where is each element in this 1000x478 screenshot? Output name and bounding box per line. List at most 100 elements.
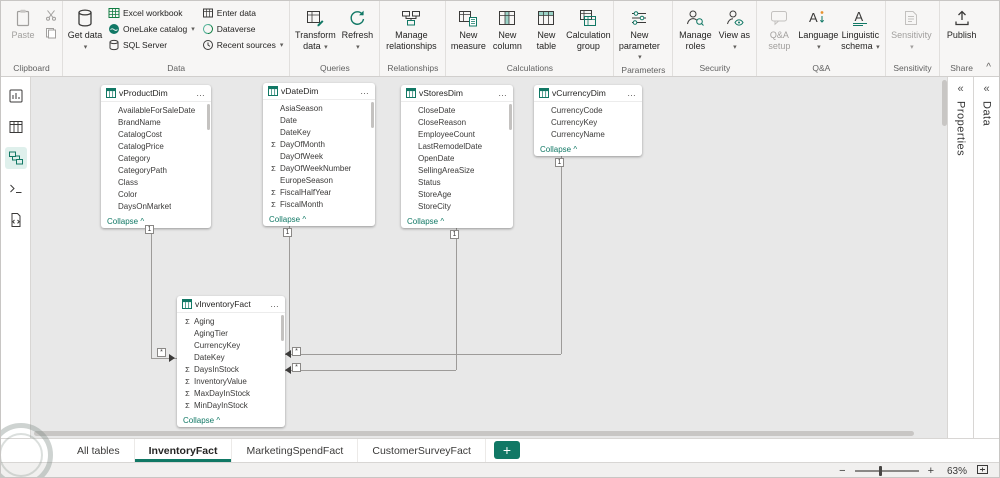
canvas-horizontal-scrollbar[interactable] bbox=[34, 431, 914, 436]
qa-setup-button[interactable]: Q&A setup bbox=[760, 4, 798, 51]
model-table-card[interactable]: vCurrencyDim … CurrencyCode CurrencyKey Curr… bbox=[534, 85, 642, 156]
model-table-card[interactable]: vDateDim … AsiaSeason Date DateKey Σ DayOfMont… bbox=[263, 83, 375, 226]
paste-button[interactable]: Paste bbox=[4, 4, 42, 41]
table-field[interactable]: CurrencyName bbox=[534, 128, 642, 140]
table-field[interactable]: AvailableForSaleDate bbox=[101, 104, 211, 116]
model-canvas[interactable]: vProductDim… AvailableForSaleDate BrandNam… bbox=[31, 77, 949, 438]
table-field[interactable]: CurrencyKey bbox=[177, 339, 285, 351]
table-card-header[interactable]: vCurrencyDim… bbox=[534, 85, 642, 102]
table-field[interactable]: OpenDate bbox=[401, 152, 513, 164]
zoom-out-button[interactable]: − bbox=[839, 465, 845, 477]
model-table-card[interactable]: vInventoryFact … Σ Aging AgingTier CurrencyKe… bbox=[177, 296, 285, 427]
table-more-options-button[interactable]: … bbox=[196, 88, 206, 98]
table-card-scrollbar[interactable] bbox=[509, 104, 512, 130]
linguistic-schema-button[interactable]: A Linguistic schema ▾ bbox=[838, 4, 882, 53]
table-field[interactable]: Category bbox=[101, 152, 211, 164]
get-data-button[interactable]: Get data ▾ bbox=[66, 4, 104, 53]
model-view-button[interactable] bbox=[4, 147, 27, 169]
copy-icon[interactable] bbox=[43, 26, 59, 40]
zoom-slider-thumb[interactable] bbox=[878, 466, 882, 476]
table-field[interactable]: StoreCity bbox=[401, 200, 513, 212]
sensitivity-button[interactable]: Sensitivity ▾ bbox=[889, 4, 933, 53]
table-tab-all-tables[interactable]: All tables bbox=[63, 439, 135, 462]
view-as-button[interactable]: View as ▾ bbox=[715, 4, 753, 53]
table-field[interactable]: Σ FiscalMonth bbox=[263, 198, 375, 210]
table-more-options-button[interactable]: … bbox=[498, 88, 508, 98]
table-more-options-button[interactable]: … bbox=[360, 86, 370, 96]
table-tab-inventoryfact[interactable]: InventoryFact bbox=[134, 439, 233, 462]
table-field[interactable]: LastRemodelDate bbox=[401, 140, 513, 152]
collapse-table-link[interactable]: Collapse ^ bbox=[269, 215, 306, 224]
table-field[interactable]: EmployeeCount bbox=[401, 128, 513, 140]
table-field[interactable]: CatalogPrice bbox=[101, 140, 211, 152]
table-field[interactable]: CloseDate bbox=[401, 104, 513, 116]
new-parameter-button[interactable]: New parameter ▾ bbox=[617, 4, 661, 64]
table-card-scrollbar[interactable] bbox=[207, 104, 210, 130]
table-field[interactable]: BrandName bbox=[101, 116, 211, 128]
table-field[interactable]: AsiaSeason bbox=[263, 102, 375, 114]
tmdl-view-button[interactable] bbox=[5, 209, 27, 231]
canvas-vertical-scrollbar[interactable] bbox=[942, 80, 947, 126]
manage-relationships-button[interactable]: Manage relationships bbox=[383, 4, 439, 51]
manage-roles-button[interactable]: Manage roles bbox=[676, 4, 714, 51]
new-table-button[interactable]: New table bbox=[527, 4, 565, 51]
table-field[interactable]: EuropeSeason bbox=[263, 174, 375, 186]
table-card-header[interactable]: vInventoryFact… bbox=[177, 296, 285, 313]
recent-sources-button[interactable]: Recent sources ▾ bbox=[199, 37, 287, 52]
table-more-options-button[interactable]: … bbox=[627, 88, 637, 98]
table-field[interactable]: CurrencyKey bbox=[534, 116, 642, 128]
table-field[interactable]: SellingAreaSize bbox=[401, 164, 513, 176]
table-field[interactable]: CatalogCost bbox=[101, 128, 211, 140]
model-table-card[interactable]: vProductDim … AvailableForSaleDate BrandNam… bbox=[101, 85, 211, 228]
table-field[interactable]: Σ InventoryValue bbox=[177, 375, 285, 387]
table-field[interactable]: DayOfWeek bbox=[263, 150, 375, 162]
relationship-line[interactable] bbox=[151, 228, 152, 358]
collapse-table-link[interactable]: Collapse ^ bbox=[540, 145, 577, 154]
calculation-group-button[interactable]: Calculation group bbox=[566, 4, 611, 51]
report-view-button[interactable] bbox=[5, 85, 27, 107]
table-view-button[interactable] bbox=[5, 116, 27, 138]
table-field[interactable]: Σ FiscalHalfYear bbox=[263, 186, 375, 198]
relationship-line[interactable] bbox=[561, 156, 562, 354]
zoom-slider[interactable] bbox=[854, 466, 919, 476]
expand-data-icon[interactable]: « bbox=[983, 84, 989, 95]
onelake-catalog-button[interactable]: OneLake catalog ▾ bbox=[105, 21, 198, 36]
table-field[interactable]: Σ DayOfMonth bbox=[263, 138, 375, 150]
table-field[interactable]: Date bbox=[263, 114, 375, 126]
relationship-line[interactable] bbox=[456, 228, 457, 370]
properties-pane-label[interactable]: Properties bbox=[955, 101, 967, 156]
model-table-card[interactable]: vStoresDim … CloseDate CloseReason EmployeeC… bbox=[401, 85, 513, 228]
table-field[interactable]: Σ DaysInStock bbox=[177, 363, 285, 375]
new-column-button[interactable]: New column bbox=[488, 4, 526, 51]
table-more-options-button[interactable]: … bbox=[270, 299, 280, 309]
table-field[interactable]: Σ DayOfWeekNumber bbox=[263, 162, 375, 174]
table-field[interactable]: Σ MaxDayInStock bbox=[177, 387, 285, 399]
collapse-table-link[interactable]: Collapse ^ bbox=[183, 416, 220, 425]
table-card-header[interactable]: vStoresDim… bbox=[401, 85, 513, 102]
table-field[interactable]: DaysOnMarket bbox=[101, 200, 211, 212]
relationship-line[interactable] bbox=[289, 354, 561, 355]
table-field[interactable]: Σ Aging bbox=[177, 315, 285, 327]
table-field[interactable]: CurrencyCode bbox=[534, 104, 642, 116]
table-tab-marketingspendfact[interactable]: MarketingSpendFact bbox=[232, 439, 359, 462]
collapse-table-link[interactable]: Collapse ^ bbox=[107, 217, 144, 226]
table-field[interactable]: AgingTier bbox=[177, 327, 285, 339]
table-field[interactable]: CategoryPath bbox=[101, 164, 211, 176]
transform-data-button[interactable]: Transform data ▾ bbox=[293, 4, 337, 53]
sql-server-button[interactable]: SQL Server bbox=[105, 37, 198, 52]
collapse-table-link[interactable]: Collapse ^ bbox=[407, 217, 444, 226]
cut-icon[interactable] bbox=[43, 8, 59, 22]
table-card-header[interactable]: vProductDim… bbox=[101, 85, 211, 102]
table-card-scrollbar[interactable] bbox=[371, 102, 374, 128]
add-table-tab-button[interactable]: + bbox=[493, 441, 520, 459]
table-field[interactable]: CloseReason bbox=[401, 116, 513, 128]
language-button[interactable]: A Language ▾ bbox=[798, 4, 838, 53]
table-field[interactable]: Status bbox=[401, 176, 513, 188]
relationship-line[interactable] bbox=[289, 226, 290, 354]
table-field[interactable]: Σ MinDayInStock bbox=[177, 399, 285, 411]
collapse-ribbon-button[interactable]: ^ bbox=[986, 63, 991, 73]
dataverse-button[interactable]: Dataverse bbox=[199, 21, 287, 36]
publish-button[interactable]: Publish bbox=[943, 4, 981, 41]
table-field[interactable]: StoreAge bbox=[401, 188, 513, 200]
enter-data-button[interactable]: Enter data bbox=[199, 5, 287, 20]
